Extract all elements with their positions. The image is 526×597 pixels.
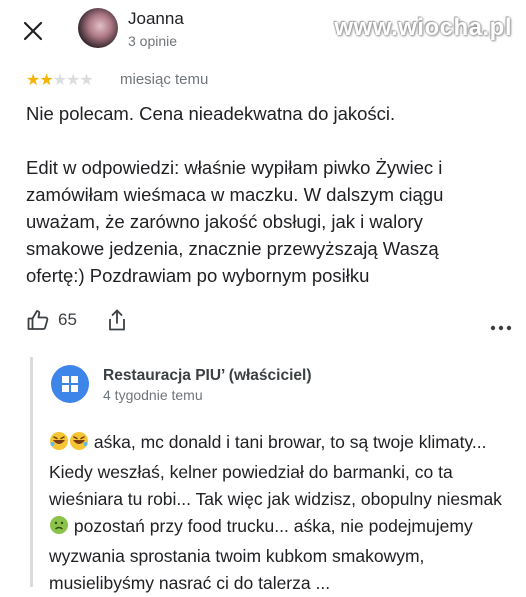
restaurant-logo-icon (62, 376, 78, 392)
review-actions: 65 (26, 308, 516, 338)
star-icon: ★ (79, 72, 93, 89)
reply-text-part: pozostań przy food trucku... aśka, nie p… (49, 516, 473, 593)
review-date: miesiąc temu (120, 71, 209, 88)
reply-date: 4 tygodnie temu (103, 387, 203, 403)
like-count: 65 (58, 310, 77, 329)
review-paragraph: Nie polecam. Cena nieadekwatna do jakośc… (26, 103, 396, 124)
nauseated-face-emoji-icon (49, 515, 69, 543)
more-options-button[interactable] (490, 318, 512, 336)
reviewer-name[interactable]: Joanna (128, 9, 184, 29)
rofl-emoji-icon (49, 431, 69, 459)
owner-name[interactable]: Restauracja PIU’ (właściciel) (103, 367, 312, 385)
watermark: www.wiocha.pl (334, 14, 512, 41)
rofl-emoji-icon (69, 431, 89, 459)
owner-avatar[interactable] (51, 365, 89, 403)
star-rating: ★★★★★ (26, 70, 94, 90)
review-paragraph: Edit w odpowiedzi: właśnie wypiłam piwko… (26, 157, 444, 286)
star-icon: ★ (66, 72, 80, 89)
reviewer-avatar[interactable] (78, 8, 118, 48)
star-icon: ★ (52, 72, 67, 89)
reply-body: aśka, mc donald i tani browar, to są two… (49, 429, 511, 597)
star-icon: ★ (39, 72, 53, 89)
like-button[interactable]: 65 (26, 308, 77, 332)
review-body: Nie polecam. Cena nieadekwatna do jakośc… (26, 100, 496, 289)
owner-reply: Restauracja PIU’ (właściciel) 4 tygodnie… (30, 357, 513, 593)
more-horizontal-icon (490, 325, 512, 331)
close-button[interactable] (20, 18, 46, 44)
star-icon: ★ (26, 72, 40, 89)
thumbs-up-icon (27, 310, 49, 330)
share-icon (109, 309, 125, 331)
close-icon (23, 21, 43, 41)
reviewer-review-count: 3 opinie (128, 33, 178, 49)
share-button[interactable] (106, 308, 128, 337)
reply-text-part: aśka, mc donald i tani browar, to są two… (49, 432, 502, 509)
